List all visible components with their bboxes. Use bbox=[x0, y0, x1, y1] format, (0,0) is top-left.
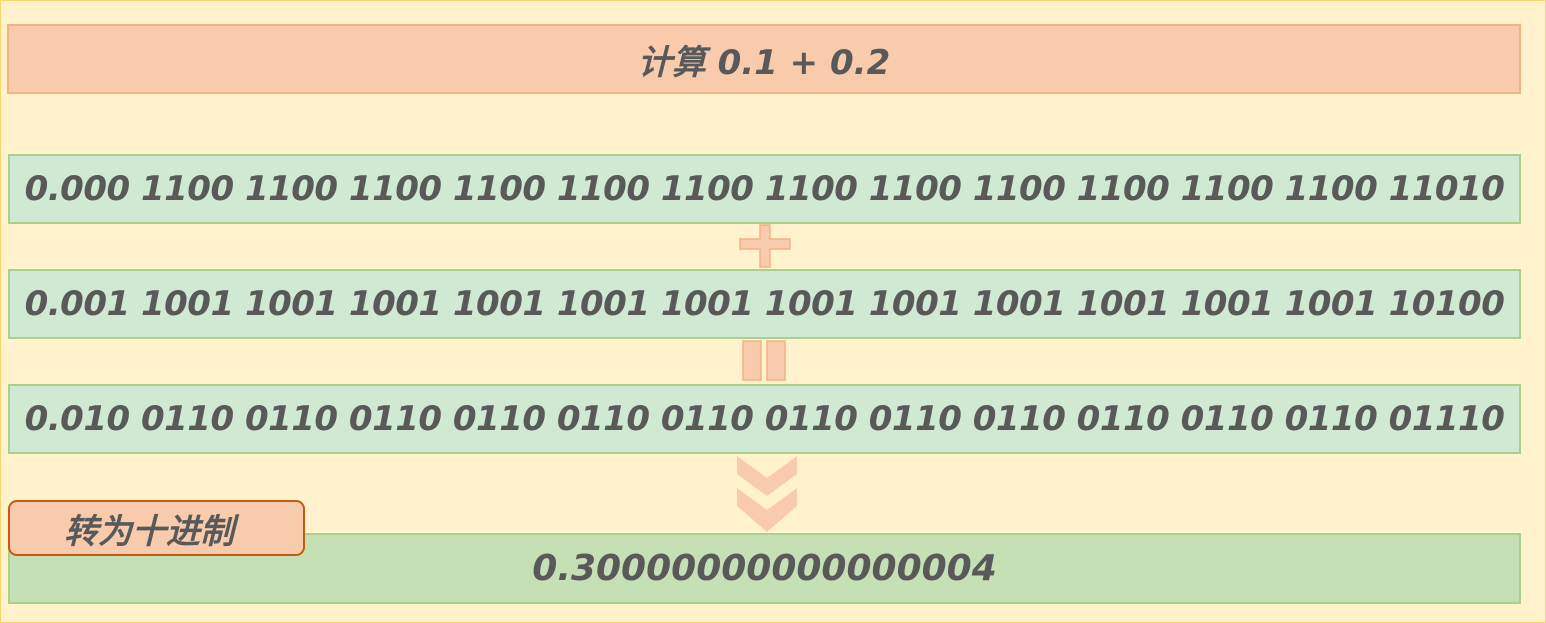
convert-to-decimal-label: 转为十进制 bbox=[8, 500, 305, 556]
plus-icon bbox=[739, 224, 791, 268]
title-banner: 计算 0.1 + 0.2 bbox=[7, 24, 1521, 94]
double-chevron-down-icon bbox=[737, 456, 797, 532]
diagram-canvas: 计算 0.1 + 0.2 0.000 1100 1100 1100 1100 1… bbox=[0, 0, 1546, 623]
binary-row-0-1: 0.000 1100 1100 1100 1100 1100 1100 1100… bbox=[8, 154, 1521, 224]
binary-row-sum: 0.010 0110 0110 0110 0110 0110 0110 0110… bbox=[8, 384, 1521, 454]
binary-row-0-2: 0.001 1001 1001 1001 1001 1001 1001 1001… bbox=[8, 269, 1521, 339]
equals-icon bbox=[742, 340, 786, 381]
